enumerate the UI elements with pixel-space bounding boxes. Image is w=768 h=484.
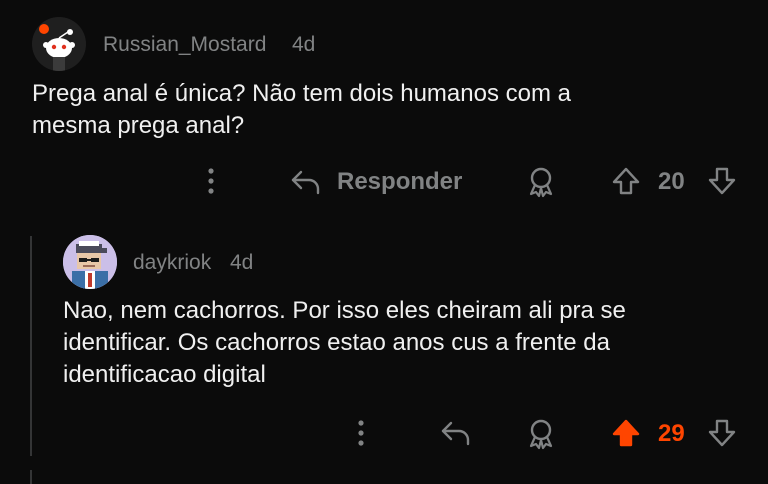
award-button[interactable] (526, 418, 556, 450)
reply-arrow-icon (441, 421, 470, 446)
reply-comment: daykriok 4d Nao, nem cachorros. Por isso… (0, 0, 768, 484)
downvote-arrow-icon (708, 419, 736, 447)
comment-body: Nao, nem cachorros. Por isso eles cheira… (63, 295, 626, 391)
username[interactable]: daykriok (133, 251, 211, 275)
pixel-avatar-icon (63, 235, 117, 289)
timestamp: 4d (230, 251, 254, 274)
downvote-button[interactable] (707, 418, 737, 448)
more-options-button[interactable] (350, 418, 372, 448)
upvote-arrow-filled-icon (612, 419, 640, 447)
upvote-button[interactable] (611, 418, 641, 448)
comment-text-line: identificacao digital (63, 361, 266, 388)
user-avatar[interactable] (63, 235, 117, 289)
comment-text-line: Nao, nem cachorros. Por isso eles cheira… (63, 297, 626, 324)
comment-text-line: identificar. Os cachorros estao anos cus… (63, 329, 610, 356)
more-vertical-icon (358, 420, 364, 446)
award-icon (529, 419, 553, 450)
reply-button[interactable] (440, 419, 472, 447)
vote-score: 29 (658, 420, 685, 447)
